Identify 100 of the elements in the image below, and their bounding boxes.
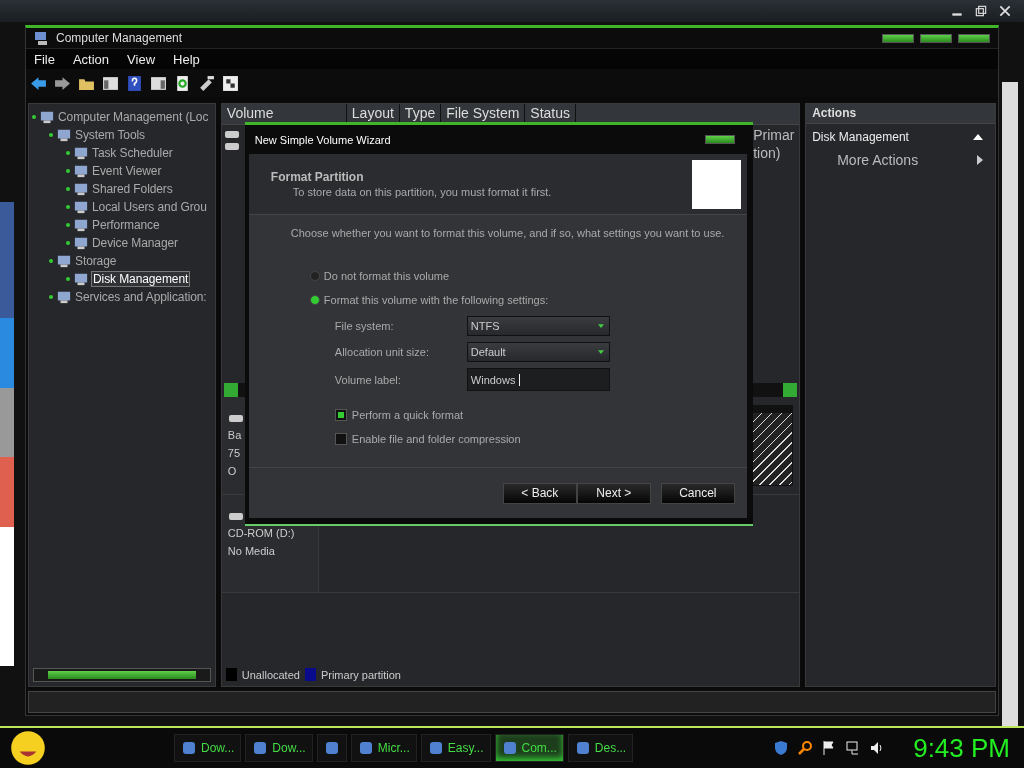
action-section[interactable]: Disk Management	[812, 130, 909, 144]
computer-icon	[34, 30, 50, 46]
taskbar-button[interactable]: Com...	[494, 734, 564, 762]
legend-label: Unallocated	[241, 668, 300, 681]
tree-item[interactable]: Local Users and Grou	[91, 200, 208, 214]
disk-info-text: 75	[227, 447, 242, 459]
tree-item[interactable]: Services and Application:	[74, 290, 208, 304]
tree-item[interactable]: Disk Management	[91, 271, 191, 287]
back-button[interactable]: < Back	[502, 482, 577, 504]
disk-info-text: O	[227, 465, 238, 477]
panel-icon[interactable]	[102, 74, 119, 92]
panel-icon[interactable]	[150, 74, 167, 92]
tree-bullet-icon	[66, 169, 70, 173]
window-control-button[interactable]	[920, 33, 952, 43]
tree-item[interactable]: Shared Folders	[91, 182, 174, 196]
checkbox-label[interactable]: Enable file and folder compression	[351, 433, 521, 445]
panel-title: Actions	[812, 106, 857, 120]
drive-icon	[227, 413, 244, 423]
cancel-button[interactable]: Cancel	[660, 482, 735, 504]
menu-item[interactable]: Action	[72, 51, 110, 67]
taskbar-button[interactable]: Easy...	[420, 734, 491, 762]
checkbox-label[interactable]: Perform a quick format	[351, 409, 464, 421]
action-item[interactable]: More Actions	[837, 152, 919, 168]
field-label: File system:	[334, 320, 395, 332]
taskbar-button[interactable]: Dow...	[174, 734, 242, 762]
grid-icon[interactable]	[222, 74, 239, 92]
tree-bullet-icon	[49, 259, 53, 263]
tree-item[interactable]: Device Manager	[91, 236, 179, 250]
app-icon	[357, 740, 374, 756]
radio-label[interactable]: Do not format this volume	[323, 270, 450, 282]
app-icon	[574, 740, 591, 756]
drive-icon	[227, 511, 244, 521]
node-icon	[74, 164, 88, 178]
smiley-icon[interactable]	[10, 730, 46, 766]
app-icon	[323, 740, 340, 756]
radio-button[interactable]	[309, 295, 320, 305]
field-label: Volume label:	[334, 373, 402, 386]
checkbox[interactable]	[334, 409, 347, 421]
close-icon[interactable]	[998, 4, 1012, 18]
caret-icon	[597, 324, 604, 328]
radio-button[interactable]	[309, 271, 320, 281]
tree-item[interactable]: System Tools	[74, 128, 146, 142]
dropdown[interactable]: NTFS	[466, 316, 610, 336]
collapse-caret-icon[interactable]	[973, 134, 983, 140]
taskbar-button[interactable]: Des...	[567, 734, 634, 762]
window-control-button[interactable]	[882, 33, 914, 43]
refresh-icon[interactable]	[174, 74, 191, 92]
tree-item[interactable]: Event Viewer	[91, 164, 163, 178]
table-cell-text: tion)	[753, 145, 782, 161]
input-field[interactable]: Windows	[466, 368, 610, 391]
menu-item[interactable]: File	[34, 51, 55, 67]
search-icon[interactable]	[797, 740, 814, 756]
next-button[interactable]: Next >	[576, 482, 651, 504]
drive-icon	[223, 141, 240, 151]
app-icon	[427, 740, 444, 756]
tree-item[interactable]: Computer Management (Loc	[57, 110, 210, 124]
properties-icon[interactable]	[198, 74, 215, 92]
legend-label: Primary partition	[320, 668, 401, 681]
node-icon	[74, 218, 88, 232]
back-arrow-icon[interactable]	[30, 74, 47, 92]
header-image	[691, 159, 741, 209]
node-icon	[74, 272, 88, 286]
shield-icon[interactable]	[773, 740, 790, 756]
dropdown[interactable]: Default	[466, 342, 610, 362]
disk-info-text: Ba	[227, 429, 243, 441]
tree-item[interactable]: Storage	[74, 254, 118, 268]
menu-item[interactable]: Help	[173, 51, 200, 67]
tree-bullet-icon	[32, 115, 36, 119]
step-description: To store data on this partition, you must format it first.	[291, 186, 552, 198]
window-title: Computer Management	[56, 31, 183, 45]
tree-item[interactable]: Task Scheduler	[91, 146, 174, 160]
node-icon	[57, 128, 71, 142]
node-icon	[57, 290, 71, 304]
window-control-button[interactable]	[958, 33, 990, 43]
disk-info-text: No Media	[227, 545, 276, 557]
tree-bullet-icon	[49, 295, 53, 299]
clock[interactable]: 9:43 PM	[913, 732, 1010, 764]
app-icon	[181, 740, 197, 756]
tree-item[interactable]: Performance	[91, 218, 161, 232]
help-icon[interactable]	[126, 74, 143, 92]
checkbox[interactable]	[334, 433, 347, 445]
tree-bullet-icon	[66, 151, 70, 155]
restore-icon[interactable]	[974, 4, 988, 18]
radio-label[interactable]: Format this volume with the following settings:	[323, 294, 549, 306]
tree-bullet-icon	[66, 277, 70, 281]
taskbar-button[interactable]	[316, 734, 347, 762]
window-control-button[interactable]	[704, 135, 735, 144]
tree-bullet-icon	[66, 223, 70, 227]
instruction-text: Choose whether you want to format this volume, and if so, what settings you want to use.	[290, 227, 726, 239]
tree-bullet-icon	[49, 133, 53, 137]
dialog-title: New Simple Volume Wizard	[254, 133, 391, 146]
node-icon	[57, 254, 71, 268]
tree-bullet-icon	[66, 241, 70, 245]
table-cell-text: Primar	[753, 127, 796, 143]
taskbar-button[interactable]: Micr...	[350, 734, 417, 762]
tree-bullet-icon	[66, 205, 70, 209]
submenu-caret-icon	[977, 155, 983, 165]
taskbar-button[interactable]: Dow...	[245, 734, 313, 762]
node-icon	[74, 200, 88, 214]
menu-item[interactable]: View	[127, 51, 156, 67]
